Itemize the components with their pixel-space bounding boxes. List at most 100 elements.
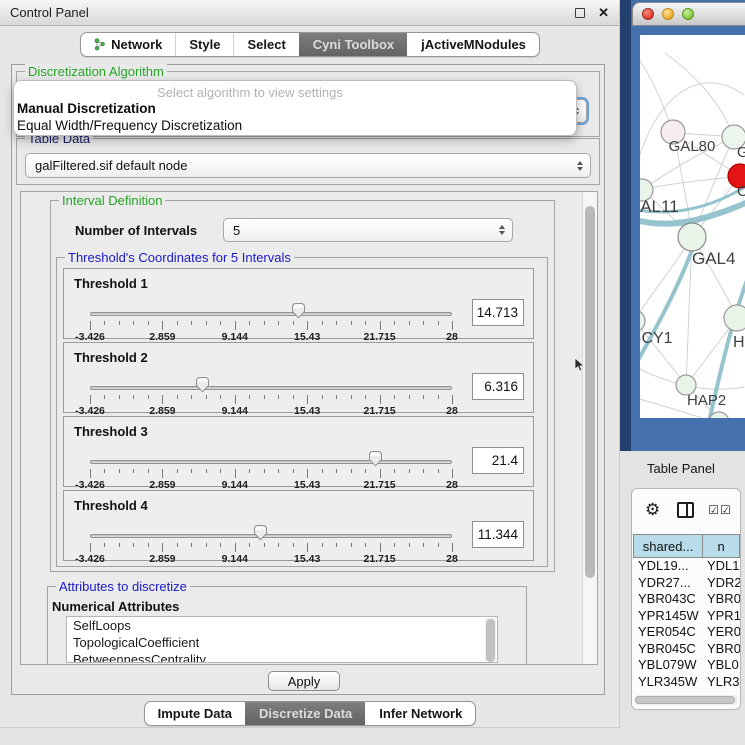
- threshold-slider[interactable]: -3.4262.8599.14415.4321.71528: [90, 447, 452, 487]
- slider-track[interactable]: [90, 386, 452, 390]
- top-tab-group: Network StyleSelect Cyni Toolbox jActiveMNo…: [80, 32, 540, 57]
- slider-thumb-icon[interactable]: [253, 524, 268, 541]
- table-row[interactable]: YDR27...YDR2: [633, 575, 740, 592]
- tab-impute-data[interactable]: Impute Data: [145, 702, 245, 725]
- network-view-window[interactable]: GAL80GACGAL11GAL4GCY1HHAP2: [632, 2, 745, 418]
- cell-name: YDL1: [707, 558, 740, 575]
- column-header-shared-name[interactable]: shared...: [633, 534, 703, 558]
- table-toolbar: ⚙ ☑☑: [632, 489, 740, 531]
- column-header-name[interactable]: n: [703, 534, 740, 558]
- threshold-value-box[interactable]: 6.316: [472, 373, 524, 400]
- table-row[interactable]: YBR043CYBR0: [633, 591, 740, 608]
- table-row[interactable]: YDL19...YDL1: [633, 558, 740, 575]
- numerical-attributes-list[interactable]: SelfLoopsTopologicalCoefficientBetweenne…: [66, 616, 498, 663]
- tick-label: 2.859: [149, 553, 175, 565]
- minimize-traffic-light-icon[interactable]: [662, 8, 674, 20]
- control-panel-main: Discretization Algorithm Table Data galF…: [11, 64, 605, 695]
- bottom-tab-group: Impute Data Discretize DataInfer Network: [144, 701, 477, 726]
- network-edge[interactable]: [642, 176, 740, 190]
- tick-label: 15.43: [294, 553, 320, 565]
- table-row[interactable]: YBL079WYBL0: [633, 657, 740, 674]
- close-icon[interactable]: ✕: [598, 5, 609, 21]
- threshold-group: Threshold 4 -3.4262.8599.14415.4321.7152…: [63, 490, 534, 561]
- slider-track[interactable]: [90, 460, 452, 464]
- slider-ticks: [90, 321, 452, 330]
- apply-button[interactable]: Apply: [268, 671, 340, 691]
- algorithm-option-equal-width-frequency-discretization[interactable]: Equal Width/Frequency Discretization: [14, 117, 576, 134]
- thresholds-fieldset: Threshold's Coordinates for 5 Intervals …: [56, 257, 548, 567]
- table-row[interactable]: YER054CYER0: [633, 624, 740, 641]
- threshold-slider[interactable]: -3.4262.8599.14415.4321.71528: [90, 521, 452, 561]
- float-window-icon[interactable]: [575, 8, 585, 18]
- slider-ticks: [90, 543, 452, 552]
- network-canvas[interactable]: GAL80GACGAL11GAL4GCY1HHAP2: [640, 35, 745, 418]
- table-row[interactable]: YPR145WYPR1: [633, 608, 740, 625]
- attributes-legend: Attributes to discretize: [56, 579, 190, 594]
- slider-track[interactable]: [90, 312, 452, 316]
- cell-name: YER0: [707, 624, 740, 641]
- slider-ticks: [90, 395, 452, 404]
- table-hscrollbar-thumb[interactable]: [635, 696, 735, 704]
- gear-icon[interactable]: ⚙: [645, 500, 660, 520]
- network-node-gal4[interactable]: [678, 223, 706, 251]
- network-edge[interactable]: [640, 53, 673, 132]
- table-header-row: shared... n: [633, 534, 740, 558]
- attribute-item-betweennesscentrality[interactable]: BetweennessCentrality: [67, 651, 497, 663]
- attribute-item-topologicalcoefficient[interactable]: TopologicalCoefficient: [67, 634, 497, 651]
- network-node-label: HAP2: [687, 392, 726, 409]
- table-data-combo[interactable]: galFiltered.sif default node: [25, 153, 591, 178]
- panel-dock-divider[interactable]: [620, 0, 631, 451]
- number-of-intervals-combo[interactable]: 5: [223, 218, 513, 242]
- slider-thumb-icon[interactable]: [195, 376, 210, 393]
- slider-thumb-icon[interactable]: [368, 450, 383, 467]
- tick-label: 28: [446, 553, 458, 565]
- threshold-value-box[interactable]: 11.344: [472, 521, 524, 548]
- thresholds-legend: Threshold's Coordinates for 5 Intervals: [65, 250, 294, 265]
- select-columns-checkboxes-icon[interactable]: ☑☑: [708, 503, 732, 517]
- network-node-label: C: [737, 183, 745, 200]
- threshold-slider[interactable]: -3.4262.8599.14415.4321.71528: [90, 299, 452, 339]
- table-horizontal-scrollbar[interactable]: [634, 695, 738, 705]
- threshold-label: Threshold 4: [74, 498, 148, 513]
- network-node-label: GAL11: [640, 197, 679, 216]
- network-node-label: GAL4: [692, 249, 735, 268]
- attribute-item-selfloops[interactable]: SelfLoops: [67, 617, 497, 634]
- threshold-slider[interactable]: -3.4262.8599.14415.4321.71528: [90, 373, 452, 413]
- threshold-value-box[interactable]: 21.4: [472, 447, 524, 474]
- algorithm-option-manual-discretization[interactable]: Manual Discretization: [14, 100, 576, 117]
- tab-label: Impute Data: [158, 706, 232, 721]
- tab-infer-network[interactable]: Infer Network: [365, 702, 475, 725]
- tab-network[interactable]: Network: [81, 33, 175, 56]
- table-row[interactable]: YBR045CYBR0: [633, 641, 740, 658]
- tab-jactivemnodules[interactable]: jActiveMNodules: [407, 33, 539, 56]
- network-window-titlebar[interactable]: [632, 2, 745, 26]
- table-row[interactable]: YLR345WYLR3: [633, 674, 740, 691]
- slider-track[interactable]: [90, 534, 452, 538]
- tab-discretize-data[interactable]: Discretize Data: [245, 702, 365, 725]
- settings-vertical-scrollbar[interactable]: [582, 192, 597, 664]
- threshold-value-box[interactable]: 14.713: [472, 299, 524, 326]
- combo-stepper-icon: [495, 225, 508, 235]
- network-node-h[interactable]: [724, 305, 745, 331]
- tab-select[interactable]: Select: [233, 33, 298, 56]
- close-traffic-light-icon[interactable]: [642, 8, 654, 20]
- attributes-list-scrollbar[interactable]: [485, 618, 496, 661]
- cell-name: YBR0: [707, 591, 740, 608]
- tab-label: Network: [111, 37, 162, 52]
- slider-tick-labels: -3.4262.8599.14415.4321.71528: [90, 553, 452, 565]
- cell-shared-name: YPR145W: [633, 608, 707, 625]
- table-rows: YDL19...YDL1YDR27...YDR2YBR043CYBR0YPR14…: [633, 558, 740, 692]
- network-edge[interactable]: [640, 242, 695, 371]
- network-node-gcy1[interactable]: [640, 310, 645, 332]
- zoom-traffic-light-icon[interactable]: [682, 8, 694, 20]
- top-tab-row: Network StyleSelect Cyni Toolbox jActiveMNo…: [0, 32, 620, 57]
- slider-thumb-icon[interactable]: [291, 302, 306, 319]
- cell-name: YLR3: [707, 674, 740, 691]
- column-layout-icon[interactable]: [677, 502, 694, 518]
- tab-style[interactable]: Style: [175, 33, 233, 56]
- cell-shared-name: YDL19...: [633, 558, 707, 575]
- tab-cyni-toolbox[interactable]: Cyni Toolbox: [299, 33, 407, 56]
- tab-label: Cyni Toolbox: [313, 37, 394, 52]
- settings-scrollbar-thumb[interactable]: [585, 206, 595, 578]
- table-row[interactable]: YIL052CYIL0: [633, 690, 740, 692]
